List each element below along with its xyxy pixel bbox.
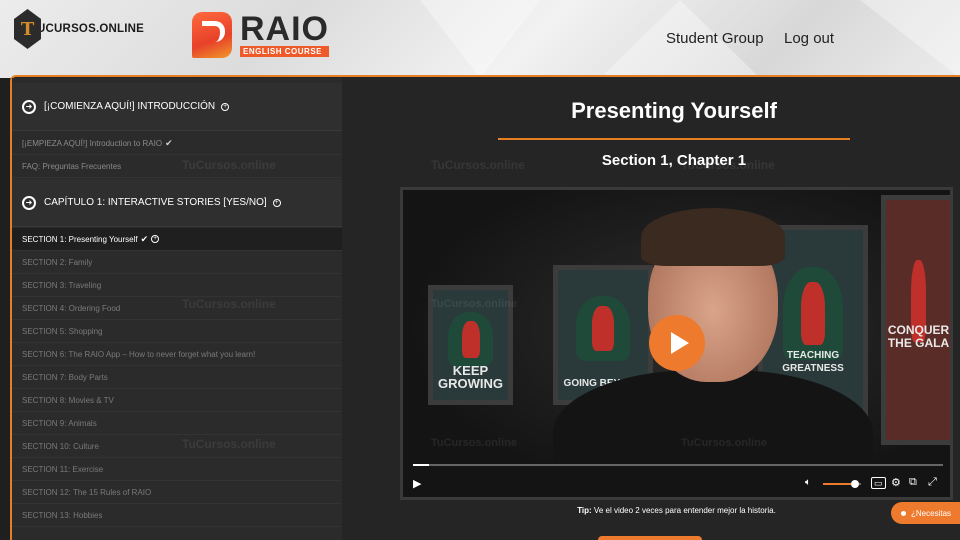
popout-icon[interactable]: ⧉ (909, 476, 917, 489)
expand-circle-icon: + (221, 102, 230, 111)
nav-student-group-link[interactable]: Student Group (666, 30, 764, 47)
fullscreen-icon[interactable]: ⤢ (928, 476, 937, 489)
poster-text: CONQUER THE GALA (887, 323, 950, 350)
lesson-label: SECTION 6: The RAIO App – How to never f… (22, 349, 256, 359)
lesson-label: SECTION 13: Hobbies (22, 510, 103, 520)
expand-circle-icon: + (272, 198, 281, 207)
lesson-item[interactable]: SECTION 3: Traveling (12, 274, 342, 297)
poster-text: KEEP GROWING (438, 363, 503, 391)
lesson-label: SECTION 2: Family (22, 257, 93, 267)
volume-knob[interactable] (851, 480, 860, 488)
raio-logo-icon (192, 12, 232, 58)
lesson-item[interactable]: SECTION 11: Exercise (12, 458, 342, 481)
site-logo-text: UCURSOS.ONLINE (37, 23, 144, 35)
lesson-label: SECTION 9: Animals (22, 418, 97, 428)
lesson-item[interactable]: SECTION 12: The 15 Rules of RAIO (12, 481, 342, 504)
play-icon[interactable]: ▶ (413, 477, 421, 490)
volume-slider[interactable] (823, 480, 861, 488)
lesson-item-active[interactable]: SECTION 1: Presenting Yourself ✔ + (12, 228, 342, 251)
lesson-title: Presenting Yourself (571, 98, 777, 123)
lesson-item[interactable]: SECTION 8: Movies & TV (12, 389, 342, 412)
lesson-label: SECTION 11: Exercise (22, 464, 104, 474)
lesson-item[interactable]: SECTION 9: Animals (12, 412, 342, 435)
captions-icon[interactable]: ▭ (871, 477, 886, 489)
lesson-label: SECTION 3: Traveling (22, 280, 102, 290)
poster-conquer: CONQUER THE GALA (881, 195, 950, 445)
lesson-item[interactable]: SECTION 6: The RAIO App – How to never f… (12, 343, 342, 366)
lesson-item[interactable]: SECTION 7: Body Parts (12, 366, 342, 389)
site-logo[interactable]: T UCURSOS.ONLINE (14, 8, 144, 50)
title-divider (498, 138, 850, 140)
header-facet (420, 0, 540, 78)
nav-logout-link[interactable]: Log out (784, 30, 834, 47)
brand-title: RAIO (240, 10, 329, 48)
lesson-item[interactable]: [¡EMPIEZA AQUÍ!] Introduction to RAIO ✔ (12, 132, 342, 155)
lesson-label: SECTION 10: Culture (22, 441, 99, 451)
section-header-label: [¡COMIENZA AQUÍ!] INTRODUCCIÓN (44, 101, 216, 112)
course-sidebar: ➜ [¡COMIENZA AQUÍ!] INTRODUCCIÓN + [¡EMP… (12, 78, 342, 540)
lesson-item[interactable]: SECTION 5: Shopping (12, 320, 342, 343)
course-brand-logo[interactable]: RAIO ENGLISH COURSE (192, 12, 329, 58)
chat-status-icon (901, 510, 906, 516)
help-label: ¿Necesitas (911, 508, 952, 518)
presenter-hair (641, 208, 785, 266)
lesson-item[interactable]: FAQ: Preguntas Frecuentes (12, 155, 342, 178)
site-header: T UCURSOS.ONLINE RAIO ENGLISH COURSE Stu… (0, 0, 960, 78)
help-chat-button[interactable]: ¿Necesitas (891, 502, 960, 524)
lesson-subtitle: Section 1, Chapter 1 (601, 152, 747, 169)
next-lesson-button[interactable] (598, 536, 702, 540)
volume-icon[interactable]: 🔈︎ (805, 477, 811, 488)
video-controls: ▶ 🔈︎ ▭ ⚙ ⧉ ⤢ (403, 470, 950, 497)
video-progress-bar[interactable] (413, 464, 943, 466)
section-header-label: CAPÍTULO 1: INTERACTIVE STORIES [YES/NO] (44, 197, 267, 208)
lesson-item[interactable]: SECTION 10: Culture (12, 435, 342, 458)
video-progress-fill (413, 464, 429, 466)
check-icon: ✔ (140, 233, 149, 244)
lesson-label: FAQ: Preguntas Frecuentes (22, 161, 122, 171)
lesson-label: SECTION 12: The 15 Rules of RAIO (22, 487, 152, 497)
lesson-label: SECTION 7: Body Parts (22, 372, 108, 382)
poster-keep-growing: KEEP GROWING (428, 285, 513, 405)
section-header-capitulo-1[interactable]: ➜ CAPÍTULO 1: INTERACTIVE STORIES [YES/N… (12, 179, 342, 227)
lesson-label: SECTION 4: Ordering Food (22, 303, 121, 313)
settings-gear-icon[interactable]: ⚙ (891, 476, 901, 489)
video-tip: Tip: Ve el video 2 veces para entender m… (400, 506, 953, 515)
header-facet (860, 0, 960, 78)
lesson-label: [¡EMPIEZA AQUÍ!] Introduction to RAIO (22, 138, 163, 148)
lesson-label: SECTION 1: Presenting Yourself (22, 234, 138, 244)
play-button[interactable] (649, 315, 705, 371)
lesson-item[interactable]: SECTION 2: Family (12, 251, 342, 274)
lesson-item[interactable]: SECTION 13: Hobbies (12, 504, 342, 527)
site-logo-icon: T (14, 9, 42, 49)
lesson-item[interactable]: SECTION 4: Ordering Food (12, 297, 342, 320)
video-player[interactable]: KEEP GROWING GOING BEYOND TEACHING GREAT… (400, 187, 953, 500)
lesson-label: SECTION 5: Shopping (22, 326, 103, 336)
arrow-right-circle-icon: ➜ (22, 99, 36, 114)
lesson-label: SECTION 8: Movies & TV (22, 395, 114, 405)
tip-label: Tip: (577, 506, 592, 515)
arrow-right-circle-icon: ➜ (22, 195, 36, 210)
expand-circle-icon: + (151, 235, 160, 243)
tip-text: Ve el video 2 veces para entender mejor … (591, 506, 776, 515)
poster-text: TEACHING GREATNESS (782, 350, 844, 374)
brand-subtitle: ENGLISH COURSE (240, 46, 329, 57)
check-icon: ✔ (165, 137, 173, 148)
section-header-introduccion[interactable]: ➜ [¡COMIENZA AQUÍ!] INTRODUCCIÓN + (12, 83, 342, 131)
